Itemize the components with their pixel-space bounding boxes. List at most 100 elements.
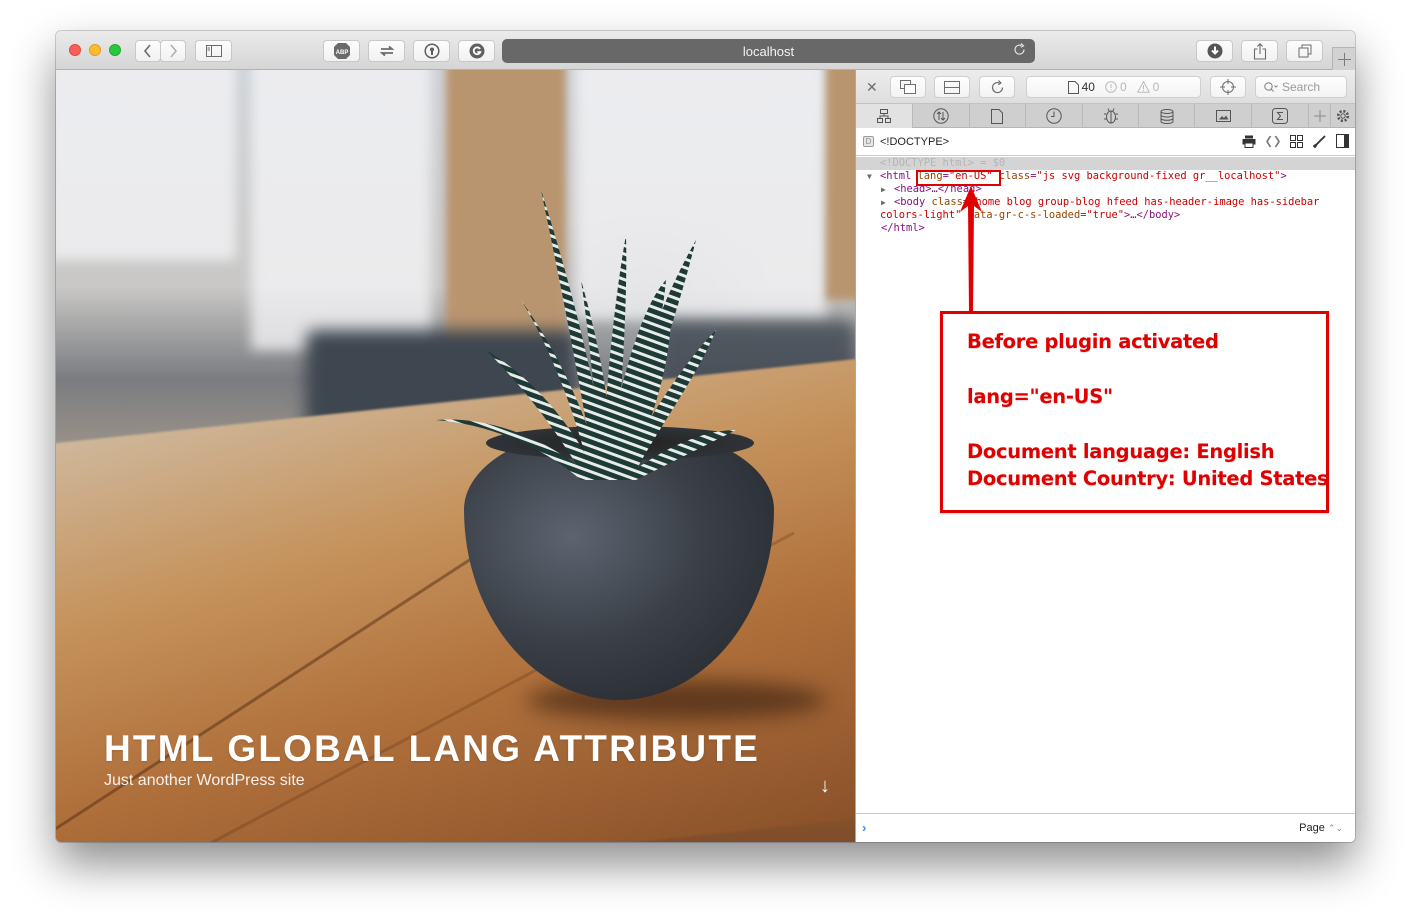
back-button[interactable] (135, 40, 161, 62)
crosshair-icon (1220, 79, 1236, 95)
error-icon (1105, 81, 1117, 93)
inspector-search-input[interactable]: Search (1255, 76, 1347, 98)
collapsed-triangle-icon[interactable]: ▶ (881, 183, 886, 196)
dom-tree: <!DOCTYPE html> = $0 ▼ <html lang="en-US"… (856, 157, 1355, 235)
reload-page-button[interactable] (979, 76, 1015, 98)
chevron-right-icon (170, 44, 178, 58)
error-count[interactable]: 0 (1105, 80, 1127, 94)
grammarly-button[interactable] (458, 40, 495, 62)
tabs-overview-icon (1298, 44, 1311, 58)
add-tab-button[interactable] (1309, 104, 1332, 128)
quick-console[interactable]: › Page ⌃⌄ (856, 813, 1355, 842)
timelines-icon (1045, 108, 1062, 124)
minimize-window-button[interactable] (89, 44, 101, 56)
shadow-dom-icon[interactable] (1266, 135, 1280, 148)
sidebar-toggle-button[interactable] (195, 40, 232, 62)
forward-button[interactable] (160, 40, 186, 62)
scroll-down-arrow-icon[interactable]: ↓ (820, 775, 830, 798)
plus-icon (1337, 52, 1351, 66)
body-node-continued[interactable]: colors-light" data-gr-c-s-loaded="true">… (856, 209, 1355, 222)
site-tagline: Just another WordPress site (104, 772, 305, 789)
resources-icon (991, 108, 1004, 124)
resource-count[interactable]: 40 (1067, 80, 1095, 94)
site-title[interactable]: HTML GLOBAL LANG ATTRIBUTE (104, 728, 760, 770)
download-icon (1207, 43, 1222, 59)
password-manager-button[interactable] (413, 40, 450, 62)
sidebar-panel-icon[interactable] (1336, 134, 1349, 148)
grammarly-icon (469, 43, 484, 59)
detach-inspector-button[interactable] (890, 76, 926, 98)
tab-network[interactable] (913, 104, 970, 128)
storage-icon (1160, 108, 1174, 124)
layout-grid-icon[interactable] (1290, 134, 1303, 148)
web-page-view: HTML GLOBAL LANG ATTRIBUTE Just another … (56, 70, 855, 842)
svg-text:ABP: ABP (335, 50, 348, 56)
inspector-tab-bar (856, 104, 1355, 128)
console-prompt-chevron-icon: › (862, 820, 867, 835)
abp-icon: ABP (333, 43, 350, 59)
tab-canvas[interactable] (1195, 104, 1253, 128)
tab-elements[interactable] (856, 104, 913, 128)
sync-extension-button[interactable] (368, 40, 405, 62)
url-text: localhost (742, 43, 795, 59)
annotation-lang-value: lang="en-US" (967, 385, 1113, 408)
inspector-toolbar: ✕ 40 0 0 Search (856, 70, 1355, 104)
keyhole-icon (423, 43, 440, 59)
chevron-left-icon (143, 44, 151, 58)
tab-storage[interactable] (1139, 104, 1196, 128)
tab-debugger[interactable] (1083, 104, 1140, 128)
paintbrush-icon[interactable] (1313, 134, 1326, 148)
arrows-exchange-icon (379, 45, 394, 57)
annotation-language: Document language: English (967, 440, 1275, 463)
detach-window-icon (900, 80, 916, 94)
annotation-arrow-icon (960, 186, 982, 312)
print-styles-icon[interactable] (1242, 135, 1256, 148)
plus-icon (1313, 110, 1326, 122)
element-picker-button[interactable] (1210, 76, 1246, 98)
console-icon (1272, 108, 1289, 124)
tab-overview-button[interactable] (1286, 40, 1323, 62)
downloads-button[interactable] (1196, 40, 1233, 62)
elements-icon (876, 109, 891, 123)
doctype-node[interactable]: <!DOCTYPE html> = $0 (856, 157, 1355, 170)
close-window-button[interactable] (69, 44, 81, 56)
address-bar[interactable]: localhost (502, 39, 1035, 63)
reload-icon (991, 79, 1003, 93)
search-icon (1264, 81, 1278, 92)
breadcrumb-doctype[interactable]: <!DOCTYPE> (880, 136, 949, 148)
html-close-node[interactable]: </html> (856, 222, 1355, 235)
reload-icon[interactable] (1013, 43, 1027, 57)
share-icon (1253, 42, 1266, 60)
tab-console[interactable] (1252, 104, 1310, 128)
dock-bottom-button[interactable] (934, 76, 970, 98)
inspector-settings-button[interactable] (1331, 104, 1355, 128)
expanded-triangle-icon[interactable]: ▼ (867, 170, 872, 183)
console-context-select[interactable]: Page ⌃⌄ (1299, 822, 1343, 834)
gear-icon (1336, 109, 1350, 123)
dom-breadcrumb-bar: D <!DOCTYPE> (856, 128, 1355, 156)
lang-attribute-highlight (916, 170, 1001, 186)
sidebar-icon (205, 45, 222, 57)
warning-count[interactable]: 0 (1136, 80, 1159, 94)
adblock-button[interactable]: ABP (323, 40, 360, 62)
body-node[interactable]: ▶<body class="home blog group-blog hfeed… (856, 196, 1355, 209)
annotation-heading: Before plugin activated (967, 330, 1219, 353)
browser-toolbar: ABP localhost (56, 31, 1355, 70)
canvas-icon (1215, 110, 1231, 122)
updown-chevron-icon: ⌃⌄ (1327, 823, 1343, 833)
zoom-window-button[interactable] (109, 44, 121, 56)
close-inspector-button[interactable]: ✕ (866, 79, 878, 96)
succulent-plant (436, 190, 736, 480)
dom-tools (1242, 134, 1349, 148)
document-icon (1067, 80, 1079, 94)
annotation-callout: Before plugin activated lang="en-US" Doc… (940, 311, 1329, 513)
tab-resources[interactable] (970, 104, 1026, 128)
doctype-badge-icon: D (863, 136, 874, 147)
debugger-icon (1103, 108, 1118, 124)
new-tab-button[interactable] (1332, 47, 1355, 70)
dock-bottom-icon (944, 80, 960, 94)
tab-timelines[interactable] (1026, 104, 1083, 128)
console-counts[interactable]: 40 0 0 (1026, 76, 1201, 98)
collapsed-triangle-icon[interactable]: ▶ (881, 196, 886, 209)
share-button[interactable] (1241, 40, 1278, 62)
